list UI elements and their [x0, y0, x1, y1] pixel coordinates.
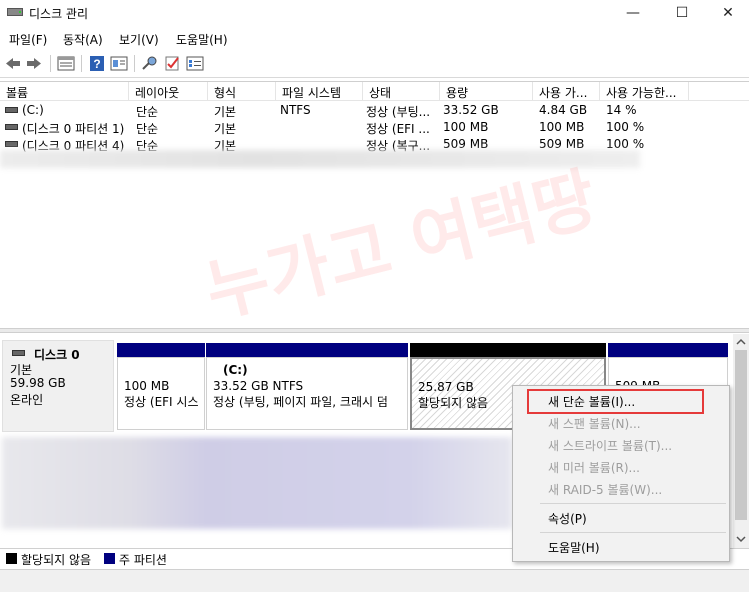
maximize-button[interactable]: ☐ [659, 0, 705, 26]
menu-help[interactable]: 도움말(H) [176, 31, 228, 48]
properties-icon[interactable] [110, 55, 128, 72]
scroll-down-icon[interactable] [735, 534, 747, 544]
menu-view[interactable]: 보기(V) [119, 31, 159, 48]
window-title: 디스크 관리 [29, 7, 89, 21]
highlight-box [527, 389, 704, 414]
column-file-system[interactable]: 파일 시스템 [276, 82, 363, 101]
menu-new-mirrored-volume[interactable]: 새 미러 볼륨(R)... [548, 459, 640, 476]
volume-icon [5, 141, 18, 147]
partition-size: 100 MB [124, 379, 170, 393]
volume-free: 509 MB [539, 137, 585, 151]
scroll-thumb[interactable] [735, 350, 747, 520]
partition-label: (C:) [223, 363, 248, 377]
column-percent-free[interactable]: 사용 가능한... [600, 82, 689, 101]
volume-name: (디스크 0 파티션 1) [22, 122, 125, 136]
check-icon[interactable] [164, 55, 182, 72]
volume-icon [5, 107, 18, 113]
help-icon[interactable]: ? [88, 55, 106, 72]
toolbar-separator [134, 55, 135, 72]
menu-new-striped-volume[interactable]: 새 스트라이프 볼륨(T)... [548, 437, 672, 454]
disk-icon [12, 350, 25, 356]
disk-status: 온라인 [10, 393, 44, 407]
column-capacity[interactable]: 용량 [440, 82, 533, 101]
volume-percent: 100 % [606, 137, 645, 151]
partition-efi[interactable]: 100 MB 정상 (EFI 시스 [117, 357, 205, 430]
partition-label [418, 363, 598, 379]
back-icon[interactable] [4, 55, 22, 72]
status-bar [0, 569, 749, 592]
volume-free: 100 MB [539, 120, 585, 134]
scroll-up-icon[interactable] [735, 337, 747, 347]
blurred-disk-row [2, 437, 512, 529]
menu-help-item[interactable]: 도움말(H) [548, 539, 600, 556]
volume-percent: 14 % [606, 103, 637, 117]
volume-layout: 단순 [136, 122, 159, 136]
volume-free: 4.84 GB [539, 103, 588, 117]
legend-unallocated: 할당되지 않음 [21, 553, 92, 567]
column-free-space[interactable]: 사용 가... [533, 82, 600, 101]
rescan-icon[interactable] [141, 55, 159, 72]
volume-percent: 100 % [606, 120, 645, 134]
pane-splitter[interactable] [0, 328, 749, 333]
unallocated-bar [410, 343, 606, 357]
column-status[interactable]: 상태 [363, 82, 440, 101]
disk-name: 디스크 0 [34, 348, 80, 362]
legend-swatch-primary [104, 553, 115, 564]
menu-new-spanned-volume[interactable]: 새 스팬 볼륨(N)... [548, 415, 641, 432]
partition-label [615, 362, 721, 378]
settings-list-icon[interactable] [186, 55, 204, 72]
forward-icon[interactable] [25, 55, 43, 72]
blurred-row [0, 150, 640, 168]
volume-icon [5, 124, 18, 130]
volume-layout: 단순 [136, 105, 159, 119]
svg-text:?: ? [93, 57, 100, 71]
partition-status: 정상 (EFI 시스 [124, 395, 199, 409]
list-view-icon[interactable] [57, 55, 75, 72]
column-layout[interactable]: 레이아웃 [129, 82, 208, 101]
minimize-button[interactable]: — [610, 0, 656, 26]
menu-separator [540, 532, 726, 533]
volume-capacity: 509 MB [443, 137, 489, 151]
volume-type: 기본 [214, 122, 237, 136]
partition-bar [608, 343, 728, 357]
menu-properties[interactable]: 속성(P) [548, 510, 587, 527]
menu-file[interactable]: 파일(F) [9, 31, 47, 48]
volume-name: (C:) [22, 103, 44, 117]
partition-status: 정상 (부팅, 페이지 파일, 크래시 덤 [213, 395, 388, 409]
partition-label [124, 362, 198, 378]
volume-type: 기본 [214, 105, 237, 119]
close-button[interactable]: ✕ [705, 0, 749, 26]
legend-primary: 주 파티션 [119, 553, 167, 567]
disk-size: 59.98 GB [10, 376, 66, 390]
menu-bar [0, 27, 749, 49]
partition-bar [117, 343, 205, 357]
disk-management-icon [7, 8, 23, 16]
column-volume[interactable]: 볼륨 [0, 82, 129, 101]
volume-fs: NTFS [280, 103, 311, 117]
partition-c[interactable]: (C:) 33.52 GB NTFS 정상 (부팅, 페이지 파일, 크래시 덤 [206, 357, 408, 430]
partition-bar [206, 343, 408, 357]
partition-size: 33.52 GB NTFS [213, 379, 304, 393]
toolbar-separator [50, 55, 51, 72]
column-type[interactable]: 형식 [208, 82, 276, 101]
legend-swatch-unallocated [6, 553, 17, 564]
toolbar-separator [81, 55, 82, 72]
menu-action[interactable]: 동작(A) [63, 31, 103, 48]
menu-new-raid5-volume[interactable]: 새 RAID-5 볼륨(W)... [548, 481, 662, 498]
volume-capacity: 100 MB [443, 120, 489, 134]
volume-status: 정상 (EFI ... [366, 122, 430, 136]
volume-capacity: 33.52 GB [443, 103, 499, 117]
menu-separator [540, 503, 726, 504]
volume-status: 정상 (부팅... [366, 105, 431, 119]
